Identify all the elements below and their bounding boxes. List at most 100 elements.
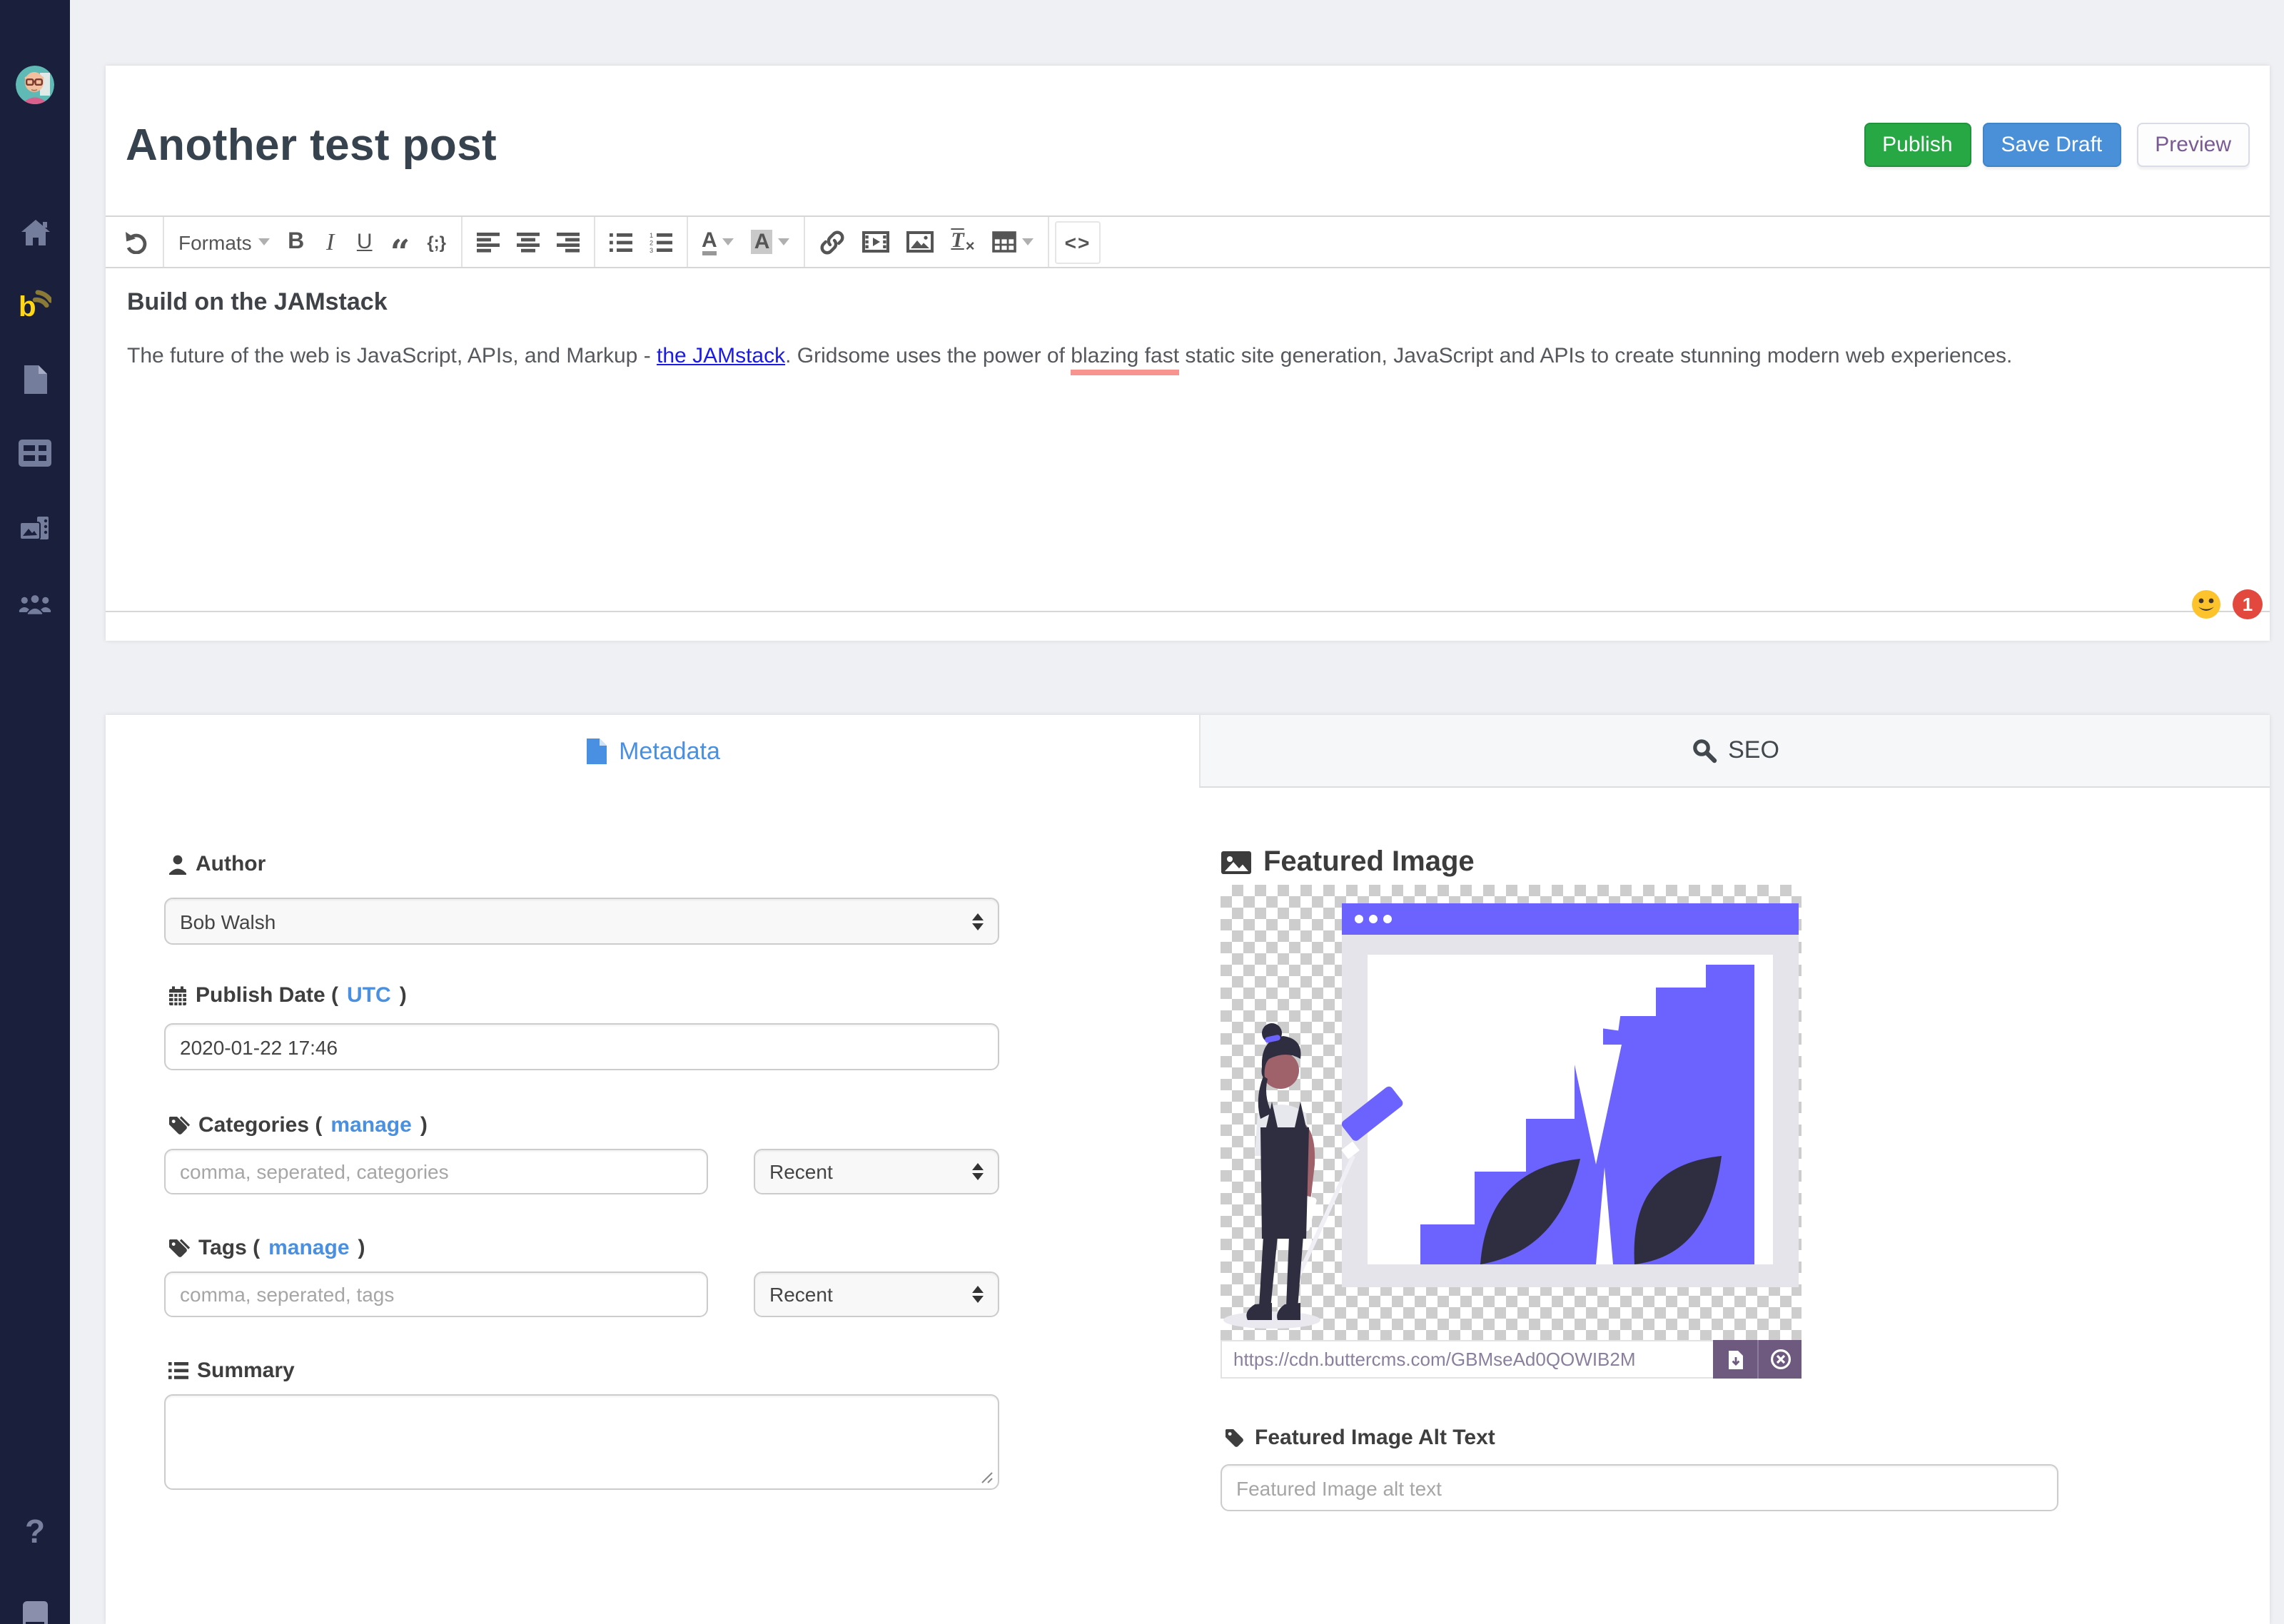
tab-metadata-label: Metadata	[619, 737, 720, 766]
sidebar-item-pages[interactable]	[19, 362, 51, 395]
categories-sort-value: Recent	[769, 1160, 833, 1183]
featured-image-alt-label: Featured Image Alt Text	[1225, 1426, 1495, 1450]
tab-seo[interactable]: SEO	[1199, 715, 2270, 788]
svg-text:1: 1	[649, 232, 652, 238]
formats-label: Formats	[178, 230, 252, 253]
background-color-letter: A	[752, 230, 773, 254]
categories-label: Categories (manage)	[168, 1113, 428, 1137]
italic-button[interactable]: I	[313, 220, 348, 263]
underline-button[interactable]: U	[348, 220, 382, 263]
manage-categories-link[interactable]: manage	[330, 1113, 411, 1137]
publish-date-label-close: )	[400, 983, 407, 1008]
author-select-value: Bob Walsh	[180, 910, 276, 933]
tags-sort-select[interactable]: Recent	[754, 1272, 999, 1317]
align-left-button[interactable]	[468, 220, 507, 263]
sidebar-item-users[interactable]	[19, 587, 51, 619]
editor-corner-widgets: 1	[2191, 589, 2263, 619]
publish-button[interactable]: Publish	[1864, 123, 1971, 167]
chevron-down-icon	[723, 238, 734, 245]
calendar-icon	[168, 985, 187, 1005]
tab-metadata[interactable]: Metadata	[106, 715, 1199, 788]
file-download-icon	[1727, 1349, 1744, 1369]
insert-table-button[interactable]	[984, 220, 1042, 263]
author-label-text: Author	[196, 852, 266, 876]
tab-bar: Metadata SEO	[106, 715, 2270, 788]
undo-button[interactable]	[114, 220, 157, 263]
summary-label-text: Summary	[197, 1359, 295, 1383]
bullet-list-button[interactable]	[600, 220, 640, 263]
clear-formatting-button[interactable]: T ×	[942, 220, 983, 263]
author-select[interactable]: Bob Walsh	[164, 898, 999, 945]
tag-icon	[168, 1115, 190, 1135]
align-right-icon	[556, 232, 579, 252]
post-editor-card: Another test post Publish Save Draft Pre…	[106, 66, 2270, 641]
blockquote-button[interactable]: “	[382, 220, 419, 263]
download-image-button[interactable]	[1713, 1340, 1757, 1379]
sidebar-item-content[interactable]	[19, 437, 51, 470]
manage-tags-link[interactable]: manage	[268, 1236, 349, 1260]
bold-button[interactable]: B	[279, 220, 313, 263]
svg-text:2: 2	[649, 238, 652, 245]
users-icon	[19, 590, 51, 616]
code-sample-button[interactable]: {;}	[418, 220, 455, 263]
sidebar-item-help[interactable]: ?	[19, 1516, 51, 1548]
align-right-button[interactable]	[547, 220, 587, 263]
background-color-button[interactable]: A	[743, 220, 799, 263]
media-icon	[19, 514, 51, 543]
tags-input[interactable]	[164, 1272, 708, 1317]
sidebar-item-home[interactable]	[19, 215, 51, 248]
feedback-smiley-icon[interactable]	[2191, 589, 2221, 619]
insert-image-button[interactable]	[898, 220, 942, 263]
summary-textarea[interactable]	[164, 1394, 999, 1490]
svg-text:3: 3	[649, 246, 652, 252]
person-icon	[168, 854, 187, 874]
source-code-button[interactable]: <>	[1055, 220, 1101, 263]
numbered-list-icon: 1 2 3	[649, 232, 672, 252]
save-draft-button[interactable]: Save Draft	[1983, 123, 2121, 167]
summary-label: Summary	[168, 1359, 295, 1383]
text-color-button[interactable]: A	[693, 220, 743, 263]
tags-label-text: Tags (	[198, 1236, 260, 1260]
rich-text-editor: Formats B I U “ {;}	[106, 215, 2270, 612]
remove-image-button[interactable]	[1757, 1340, 1802, 1379]
page-title: Another test post	[126, 119, 497, 171]
utc-link[interactable]: UTC	[347, 983, 391, 1008]
align-left-icon	[476, 232, 499, 252]
publish-date-input[interactable]	[164, 1023, 999, 1070]
sidebar-item-docs[interactable]	[19, 1598, 51, 1624]
insert-link-button[interactable]	[811, 220, 854, 263]
editor-paragraph: The future of the web is JavaScript, API…	[127, 341, 2248, 372]
paragraph-text: . Gridsome uses the power of	[785, 344, 1071, 368]
numbered-list-button[interactable]: 1 2 3	[640, 220, 680, 263]
circle-x-icon	[1769, 1349, 1791, 1370]
editor-toolbar: Formats B I U “ {;}	[106, 217, 2270, 268]
categories-sort-select[interactable]: Recent	[754, 1149, 999, 1194]
notification-badge[interactable]: 1	[2233, 589, 2263, 619]
svg-text:b: b	[19, 290, 36, 320]
metadata-panel: Author Bob Walsh Publish Date (UTC)	[106, 788, 2270, 1624]
insert-media-button[interactable]	[854, 220, 898, 263]
image-icon	[906, 231, 934, 253]
avatar[interactable]	[16, 66, 54, 104]
paragraph-text: The future of the web is JavaScript, API…	[127, 344, 657, 368]
content-grid-icon	[19, 440, 51, 467]
categories-input[interactable]	[164, 1149, 708, 1194]
featured-image-heading: Featured Image	[1221, 846, 1475, 879]
toolbar-divider	[804, 217, 805, 267]
help-icon: ?	[25, 1513, 45, 1551]
featured-image-alt-input[interactable]	[1221, 1464, 2058, 1511]
align-center-button[interactable]	[507, 220, 547, 263]
table-icon	[992, 231, 1016, 253]
paragraph-text: static site generation, JavaScript and A…	[1179, 344, 2012, 368]
toolbar-divider	[1048, 217, 1049, 267]
file-icon	[585, 738, 607, 765]
media-icon	[862, 231, 889, 253]
sidebar-item-media[interactable]	[19, 512, 51, 545]
preview-button[interactable]: Preview	[2136, 123, 2250, 167]
book-icon	[19, 1599, 51, 1624]
jamstack-link[interactable]: the JAMstack	[657, 344, 785, 368]
featured-image-preview[interactable]: https://cdn.buttercms.com/GBMseAd0QOWIB2…	[1221, 885, 1802, 1379]
sidebar-item-blog[interactable]: b	[19, 287, 51, 320]
formats-dropdown[interactable]: Formats	[170, 220, 279, 263]
editor-content[interactable]: Build on the JAMstack The future of the …	[106, 268, 2270, 611]
